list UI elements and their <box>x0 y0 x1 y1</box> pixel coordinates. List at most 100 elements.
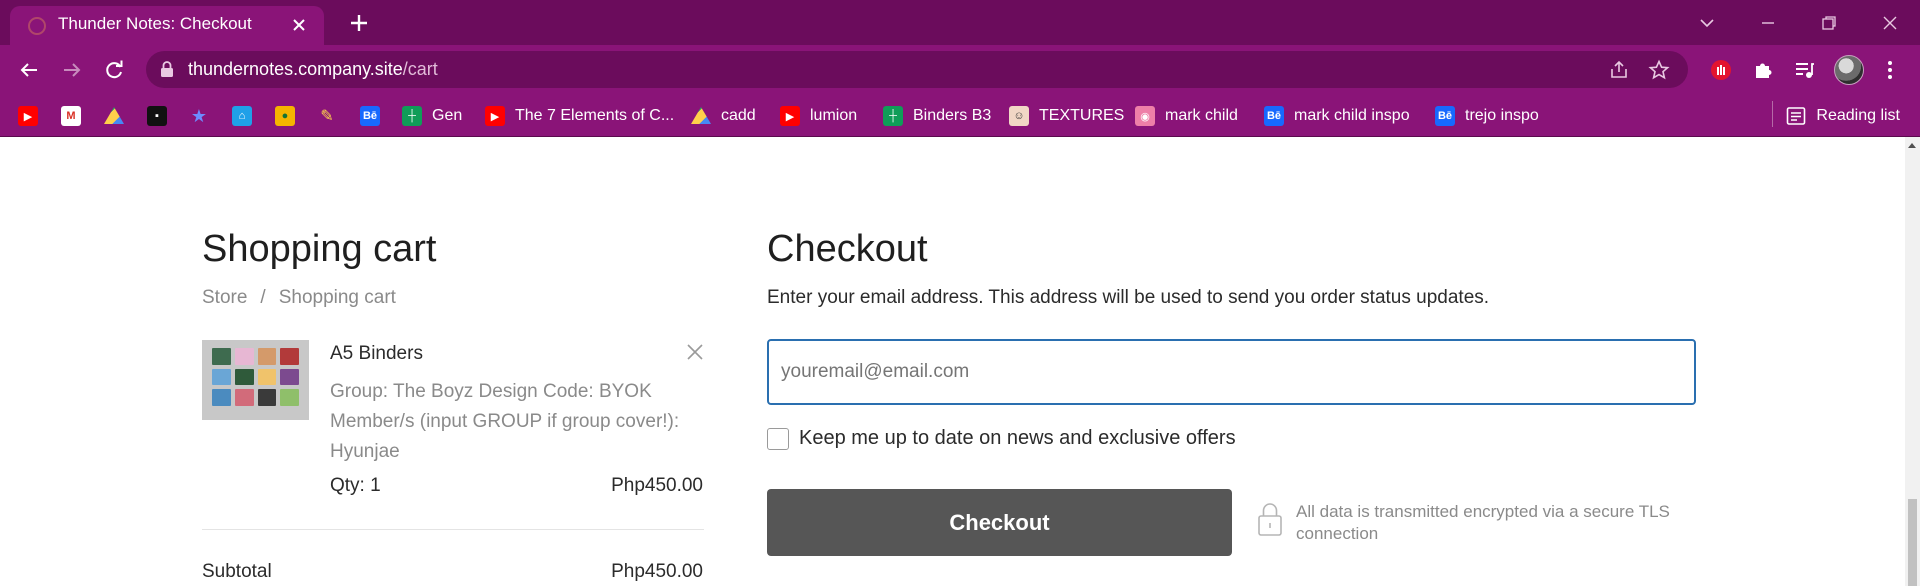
email-field[interactable] <box>767 339 1696 405</box>
bookmark-label: TEXTURES <box>1039 107 1125 124</box>
sheets-icon: ┼ <box>883 106 903 126</box>
bookmark-gen[interactable]: ┼ Gen <box>402 103 462 129</box>
bookmark-mark-child[interactable]: ◉ mark child <box>1135 103 1238 129</box>
cart-item-name[interactable]: A5 Binders <box>330 343 423 365</box>
bookmark-sparkle[interactable]: ★ <box>189 103 219 129</box>
shop-icon: ⌂ <box>232 106 252 126</box>
gmail-icon: M <box>61 106 81 126</box>
subtotal-label: Subtotal <box>202 561 272 582</box>
bookmarks-bar: ▶ M ▪ ★ ⌂ ● ✎ Bē ┼ Gen ▶ The 7 Elements of… <box>0 94 1920 137</box>
forward-button[interactable] <box>59 57 85 83</box>
back-button[interactable] <box>16 57 42 83</box>
remove-item-icon[interactable] <box>686 343 704 361</box>
browser-toolbar: thundernotes.company.site/cart <box>0 45 1920 94</box>
site-favicon-icon <box>28 17 46 35</box>
scrollbar-thumb[interactable] <box>1908 499 1917 586</box>
bookmark-mark-child-inspo[interactable]: Bē mark child inspo <box>1264 103 1410 129</box>
breadcrumb-current: Shopping cart <box>278 287 396 308</box>
padlock-icon <box>1256 501 1284 537</box>
bookmark-label: mark child inspo <box>1294 107 1410 124</box>
adblock-extension-icon[interactable] <box>1708 57 1734 83</box>
behance-icon: Bē <box>1264 106 1284 126</box>
photo-icon: ◉ <box>1135 106 1155 126</box>
subtotal-value: Php450.00 <box>611 561 703 582</box>
youtube-icon: ▶ <box>780 106 800 126</box>
reading-list-label: Reading list <box>1816 107 1900 124</box>
bookmark-lumion[interactable]: ▶ lumion <box>780 103 857 129</box>
breadcrumb-separator: / <box>260 287 266 308</box>
browser-menu-icon[interactable] <box>1877 57 1903 83</box>
secure-connection-note: All data is transmitted encrypted via a … <box>1256 501 1716 545</box>
media-playlist-icon[interactable] <box>1791 57 1817 83</box>
bookmark-dark-square[interactable]: ▪ <box>147 103 177 129</box>
tab-strip: Thunder Notes: Checkout <box>0 0 1920 45</box>
person-icon: ☺ <box>1009 106 1029 126</box>
checkout-description: Enter your email address. This address w… <box>767 287 1490 308</box>
drive-icon <box>691 107 711 124</box>
bookmark-paint[interactable]: ✎ <box>317 103 347 129</box>
bookmark-7-elements[interactable]: ▶ The 7 Elements of C... <box>485 103 674 129</box>
reading-list-icon <box>1786 106 1806 126</box>
youtube-icon: ▶ <box>18 106 38 126</box>
close-window-button[interactable] <box>1859 0 1920 45</box>
bookmarks-divider <box>1772 101 1773 127</box>
youtube-icon: ▶ <box>485 106 505 126</box>
cart-divider <box>202 529 704 530</box>
bookmark-shop[interactable]: ⌂ <box>232 103 262 129</box>
url-text: thundernotes.company.site/cart <box>188 59 438 80</box>
bookmark-label: lumion <box>810 107 858 124</box>
tab-search-chevron-icon[interactable] <box>1676 0 1737 45</box>
breadcrumb: Store / Shopping cart <box>202 287 396 309</box>
bookmark-label: trejo inspo <box>1465 107 1539 124</box>
active-tab[interactable]: Thunder Notes: Checkout <box>10 6 324 45</box>
address-bar[interactable]: thundernotes.company.site/cart <box>146 51 1688 88</box>
extensions-puzzle-icon[interactable] <box>1750 57 1776 83</box>
checkout-button[interactable]: Checkout <box>767 489 1232 556</box>
bookmark-drive-1[interactable] <box>104 103 134 129</box>
bookmark-label: Gen <box>432 107 463 124</box>
tab-title: Thunder Notes: Checkout <box>58 14 252 33</box>
contacts-icon: ● <box>275 106 295 126</box>
bookmark-gmail[interactable]: M <box>61 103 91 129</box>
sheets-icon: ┼ <box>402 106 422 126</box>
bookmark-cadd[interactable]: cadd <box>691 103 756 129</box>
new-tab-button[interactable] <box>345 9 373 37</box>
close-tab-icon[interactable] <box>288 14 310 36</box>
bookmark-trejo-inspo[interactable]: Bē trejo inspo <box>1435 103 1539 129</box>
reading-list-button[interactable]: Reading list <box>1786 103 1900 129</box>
bookmark-contacts[interactable]: ● <box>275 103 305 129</box>
cart-item-price: Php450.00 <box>611 475 703 496</box>
newsletter-label[interactable]: Keep me up to date on news and exclusive… <box>799 427 1236 450</box>
behance-icon: Bē <box>1435 106 1455 126</box>
bookmark-behance-1[interactable]: Bē <box>360 103 390 129</box>
newsletter-checkbox[interactable] <box>767 427 789 450</box>
page-scrollbar[interactable] <box>1905 137 1920 586</box>
reload-button[interactable] <box>101 57 127 83</box>
url-host: thundernotes.company.site <box>188 59 403 79</box>
secure-note-text: All data is transmitted encrypted via a … <box>1296 502 1670 543</box>
minimize-button[interactable] <box>1737 0 1798 45</box>
bookmark-binders-b3[interactable]: ┼ Binders B3 <box>883 103 991 129</box>
product-thumbnail[interactable] <box>202 340 309 420</box>
shopping-cart-heading: Shopping cart <box>202 228 437 270</box>
drive-icon <box>104 107 124 124</box>
bookmark-label: cadd <box>721 107 756 124</box>
restore-button[interactable] <box>1798 0 1859 45</box>
newsletter-option[interactable]: Keep me up to date on news and exclusive… <box>767 427 1236 450</box>
url-path: /cart <box>402 59 438 79</box>
paint-icon: ✎ <box>320 108 334 125</box>
breadcrumb-store-link[interactable]: Store <box>202 287 247 308</box>
lock-icon[interactable] <box>160 61 174 83</box>
checkout-page: Shopping cart Store / Shopping cart A5 Bin… <box>0 137 1905 586</box>
bookmark-label: Binders B3 <box>913 107 992 124</box>
share-icon[interactable] <box>1608 59 1630 86</box>
dark-square-icon: ▪ <box>147 106 167 126</box>
cart-item-qty: Qty: 1 <box>330 475 381 496</box>
behance-icon: Bē <box>360 106 380 126</box>
bookmark-label: mark child <box>1165 107 1238 124</box>
bookmark-youtube-1[interactable]: ▶ <box>18 103 48 129</box>
bookmark-star-icon[interactable] <box>1648 59 1670 86</box>
bookmark-textures[interactable]: ☺ TEXTURES <box>1009 103 1124 129</box>
scroll-up-arrow-icon[interactable] <box>1908 143 1916 148</box>
profile-avatar[interactable] <box>1834 55 1864 85</box>
